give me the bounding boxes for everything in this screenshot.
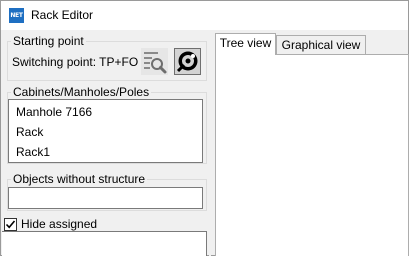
network-pick-icon bbox=[176, 51, 198, 73]
cabinets-legend: Cabinets/Manholes/Poles bbox=[11, 85, 152, 99]
starting-point-legend: Starting point bbox=[11, 34, 86, 48]
tab-graphical-view[interactable]: Graphical view bbox=[276, 35, 366, 54]
cabinets-list[interactable]: Manhole 7166 Rack Rack1 bbox=[8, 99, 203, 163]
assigned-objects-panel[interactable] bbox=[2, 231, 207, 256]
title-bar: NET Rack Editor bbox=[1, 1, 408, 30]
tree-view-panel[interactable] bbox=[215, 54, 409, 256]
list-item[interactable]: Manhole 7166 bbox=[16, 105, 92, 119]
rack-editor-window: NET Rack Editor Starting point Switching… bbox=[0, 0, 409, 256]
objects-legend: Objects without structure bbox=[11, 172, 148, 186]
objects-field[interactable] bbox=[8, 187, 203, 209]
list-item[interactable]: Rack1 bbox=[16, 145, 50, 159]
list-item[interactable]: Rack bbox=[16, 125, 43, 139]
hide-assigned-checkbox[interactable] bbox=[4, 218, 17, 231]
panel-splitter[interactable] bbox=[209, 30, 211, 256]
hide-assigned-label: Hide assigned bbox=[21, 217, 98, 231]
search-list-icon bbox=[144, 52, 167, 74]
app-logo-icon: NET bbox=[9, 8, 24, 23]
network-pick-button[interactable] bbox=[174, 48, 201, 75]
switching-point-label: Switching point: TP+FO bbox=[12, 55, 139, 69]
window-title: Rack Editor bbox=[31, 8, 94, 22]
tab-tree-view[interactable]: Tree view bbox=[215, 33, 276, 55]
search-list-button[interactable] bbox=[141, 48, 168, 75]
checkmark-icon bbox=[5, 220, 16, 229]
